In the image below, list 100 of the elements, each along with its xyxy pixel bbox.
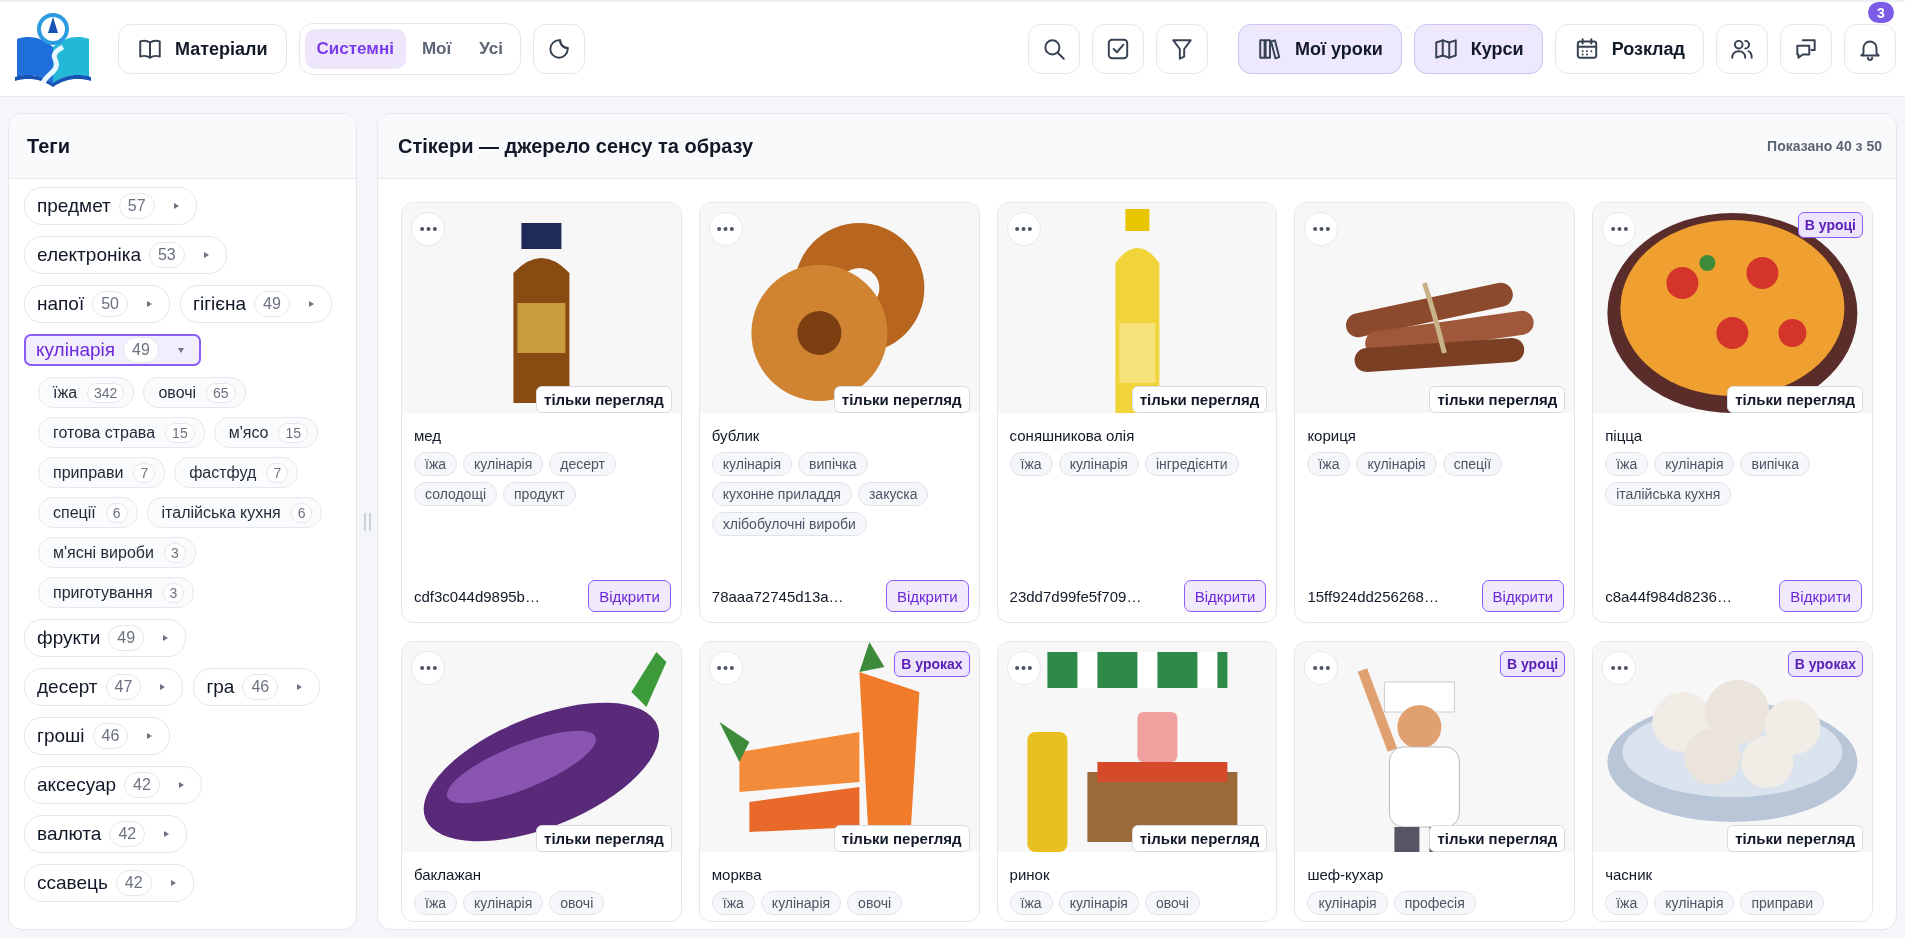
open-button[interactable]: Відкрити [588, 580, 671, 612]
tag-chip[interactable]: кулінарія [463, 452, 544, 476]
sticker-card[interactable]: тільки перегляд кориця їжа кулінарія спеції 15ff924dd256268… Відкрити [1294, 202, 1576, 623]
tag-chip[interactable]: гроші 46 [24, 717, 171, 755]
subtag-chip[interactable]: спеції 6 [38, 497, 138, 528]
tag-chip[interactable]: електроніка 53 [24, 236, 227, 274]
sticker-card[interactable]: тільки перегляд ринок їжа кулінарія овочі [996, 641, 1278, 922]
subtag-chip[interactable]: м'ясо 15 [213, 417, 319, 448]
tag-chip[interactable]: випічка [1740, 452, 1810, 476]
tag-chip[interactable]: продукт [503, 482, 576, 506]
chat-button[interactable] [1780, 24, 1832, 74]
tag-chip[interactable]: солодощі [414, 482, 498, 506]
notifications-button[interactable] [1844, 24, 1896, 74]
open-button[interactable]: Відкрити [885, 580, 969, 612]
tag-chip[interactable]: приправи [1740, 891, 1825, 915]
materials-button[interactable]: Матеріали [118, 24, 287, 74]
tag-chip[interactable]: професія [1393, 891, 1476, 915]
sticker-title: шеф-кухар [1306, 865, 1385, 885]
tag-chip[interactable]: напої 50 [24, 285, 170, 323]
subtag-chip[interactable]: овочі 65 [143, 377, 246, 408]
tag-chip[interactable]: їжа [1605, 452, 1649, 476]
subtag-chip[interactable]: приправи 7 [38, 457, 166, 488]
source-tab[interactable]: Мої [409, 29, 464, 69]
tag-chip[interactable]: аксесуар 42 [24, 766, 202, 804]
tag-chip[interactable]: валюта 42 [24, 815, 188, 853]
tag-chip[interactable]: закуска [857, 482, 929, 506]
sticker-card[interactable]: В уроках тільки перегляд морква їжа кулінарія овочі [698, 641, 980, 922]
tag-chip[interactable]: їжа [1009, 891, 1053, 915]
source-tab[interactable]: Системні [304, 29, 406, 69]
tag-chip[interactable]: овочі [1144, 891, 1200, 915]
tag-count: 42 [115, 870, 152, 896]
tag-chip[interactable]: десерт 47 [24, 668, 184, 706]
caret-icon [173, 203, 179, 209]
tag-count: 47 [105, 674, 142, 700]
subtag-chip[interactable]: їжа 342 [38, 377, 135, 408]
open-button[interactable]: Відкрити [1779, 580, 1862, 612]
open-button[interactable]: Відкрити [1183, 580, 1267, 612]
tag-chip[interactable]: кулінарія 49 [24, 334, 201, 366]
tag-label: готова страва [53, 423, 156, 442]
tag-chip[interactable]: інгредієнти [1144, 452, 1239, 476]
resize-handle[interactable] [363, 512, 371, 531]
tag-chip[interactable]: їжа [1605, 891, 1649, 915]
stickers-button[interactable] [532, 24, 585, 74]
tag-chip[interactable]: кулінарія [1654, 891, 1735, 915]
view-only-badge: тільки перегляд [1429, 386, 1566, 413]
tag-chip[interactable]: овочі [847, 891, 903, 915]
tag-chip[interactable]: кулінарія [1356, 452, 1437, 476]
tag-chip[interactable]: їжа [414, 452, 458, 476]
schedule-button[interactable]: Розклад [1554, 24, 1704, 74]
courses-button[interactable]: Курси [1413, 24, 1543, 74]
tag-label: гроші [37, 725, 85, 747]
tag-count: 342 [87, 382, 125, 403]
source-tab[interactable]: Усі [467, 29, 515, 69]
tag-chip[interactable]: овочі [549, 891, 605, 915]
sticker-card[interactable]: тільки перегляд бублик кулінарія випічка кухонне приладдя закуска хлібобулочні вироби 78aaa72745d13a… Відкрити [698, 202, 980, 623]
tag-chip[interactable]: кухонне приладдя [711, 482, 852, 506]
app-logo[interactable] [12, 11, 94, 87]
tag-label: приготування [53, 583, 153, 602]
sticker-card[interactable]: В уроці тільки перегляд піцца їжа кулінарія випічка італійська кухня c8a44f984d8236… Відкрити [1592, 202, 1873, 623]
tag-chip[interactable]: гра 46 [193, 668, 321, 706]
tag-chip[interactable]: десерт [549, 452, 616, 476]
tag-chip[interactable]: кулінарія [711, 452, 793, 476]
subtag-chip[interactable]: готова страва 15 [38, 417, 205, 448]
tag-chip[interactable]: їжа [711, 891, 755, 915]
users-button[interactable] [1716, 24, 1768, 74]
tag-chip[interactable]: спеції [1442, 452, 1503, 476]
subtag-chip[interactable]: приготування 3 [38, 577, 195, 608]
subtag-chip[interactable]: фастфуд 7 [174, 457, 299, 488]
sticker-card[interactable]: В уроках тільки перегляд часник їжа кулінарія приправи [1592, 641, 1873, 922]
tag-chip[interactable]: кулінарія [1058, 891, 1139, 915]
tag-chip[interactable]: випічка [798, 452, 868, 476]
tag-chip[interactable]: фрукти 49 [24, 619, 187, 657]
tag-chip[interactable]: предмет 57 [24, 187, 197, 225]
tag-chip[interactable]: кулінарія [1058, 452, 1139, 476]
my-lessons-button[interactable]: Мої уроки [1237, 24, 1402, 74]
tag-chip[interactable]: їжа [414, 891, 458, 915]
tag-chip[interactable]: італійська кухня [1605, 482, 1732, 506]
more-icon [419, 666, 437, 670]
tag-chip[interactable]: хлібобулочні вироби [711, 512, 867, 536]
more-icon [1610, 227, 1628, 231]
sticker-card[interactable]: В уроці тільки перегляд шеф-кухар кулінарія професія [1294, 641, 1576, 922]
sticker-title: бублик [710, 426, 761, 446]
subtag-chip[interactable]: італійська кухня 6 [146, 497, 323, 528]
tag-chip[interactable]: їжа [1009, 452, 1053, 476]
filter-button[interactable] [1155, 24, 1208, 74]
tag-chip[interactable]: кулінарія [760, 891, 842, 915]
tag-chip[interactable]: ссавець 42 [24, 864, 194, 902]
tag-chip[interactable]: кулінарія [463, 891, 544, 915]
tag-chip[interactable]: гігієна 49 [180, 285, 332, 323]
tag-chip[interactable]: кулінарія [1307, 891, 1388, 915]
subtag-chip[interactable]: м'ясні вироби 3 [38, 537, 196, 568]
sticker-card[interactable]: тільки перегляд мед їжа кулінарія десерт солодощі продукт cdf3c044d9895b… Відкрити [401, 202, 682, 623]
select-button[interactable] [1091, 24, 1144, 74]
tag-chip[interactable]: кулінарія [1654, 452, 1735, 476]
search-button[interactable] [1027, 24, 1080, 74]
tag-chip[interactable]: їжа [1307, 452, 1351, 476]
caret-icon [308, 301, 314, 307]
open-button[interactable]: Відкрити [1481, 580, 1565, 612]
sticker-card[interactable]: тільки перегляд соняшникова олія їжа кулінарія інгредієнти 23dd7d99fe5f709… Відкрити [996, 202, 1278, 623]
sticker-card[interactable]: тільки перегляд баклажан їжа кулінарія овочі [401, 641, 682, 922]
